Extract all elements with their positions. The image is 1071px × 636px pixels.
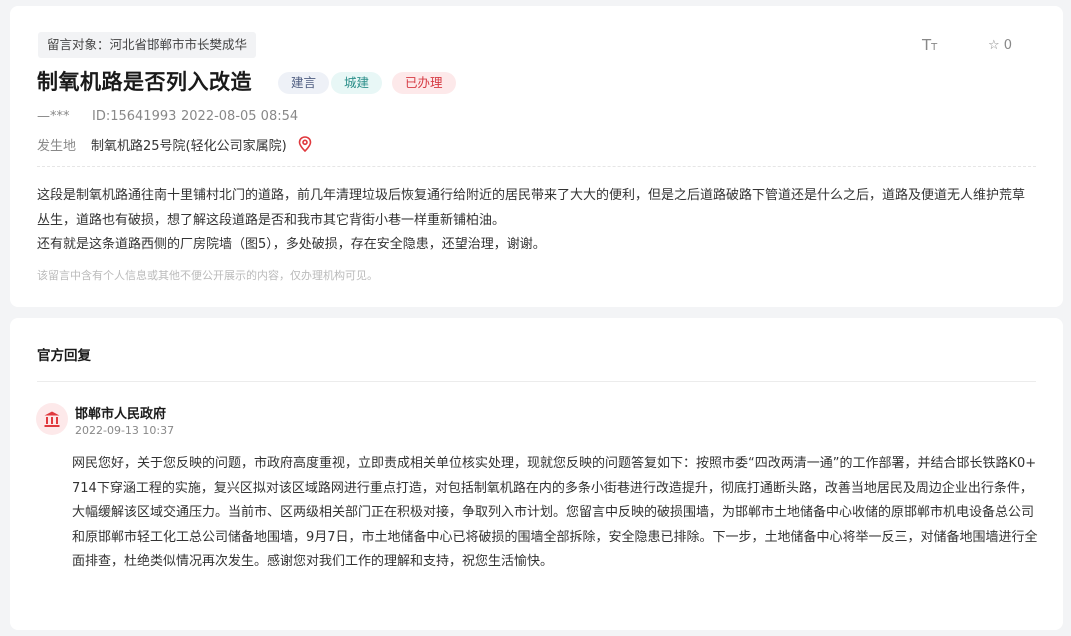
reply-org-name: 邯郸市人民政府 (75, 407, 167, 422)
privacy-note: 该留言中含有个人信息或其他不便公开展示的内容，仅办理机构可见。 (37, 269, 378, 282)
message-target-tag: 留言对象：河北省邯郸市市长樊成华 (38, 32, 257, 58)
location-pin-icon[interactable] (298, 136, 312, 153)
font-size-icon[interactable]: TT (922, 36, 937, 54)
category-tag: 城建 (331, 72, 383, 94)
like-count: 0 (1003, 38, 1013, 53)
message-content: 这段是制氧机路通往南十里铺村北门的道路，前几年清理垃圾后恢复通行给附近的居民带来… (37, 184, 1037, 258)
content-paragraph: 还有就是这条道路西侧的厂房院墙（图5），多处破损，存在安全隐患，还望治理，谢谢。 (37, 237, 546, 252)
reply-body: 网民您好，关于您反映的问题，市政府高度重视，立即责成相关单位核实处理，现就您反映… (72, 456, 1038, 569)
like-button[interactable]: ☆ 0 (988, 38, 1012, 53)
location-label: 发生地 (37, 139, 77, 154)
message-date: 2022-08-05 08:54 (181, 109, 299, 124)
divider (37, 166, 1036, 167)
star-icon: ☆ (988, 38, 1000, 53)
message-id: ID:15641993 (92, 109, 177, 124)
status-badge: 已办理 (392, 72, 456, 94)
reply-section-title: 官方回复 (37, 348, 91, 364)
content-paragraph: 这段是制氧机路通往南十里铺村北门的道路，前几年清理垃圾后恢复通行给附近的居民带来… (37, 188, 1026, 228)
divider (37, 381, 1036, 382)
location-value: 制氧机路25号院(轻化公司家属院) (91, 139, 287, 154)
message-card: 留言对象：河北省邯郸市市长樊成华 制氧机路是否列入改造 建言 城建 已办理 TT… (10, 6, 1063, 307)
reply-date: 2022-09-13 10:37 (75, 424, 175, 437)
reply-card: 官方回复 邯郸市人民政府 2022-09-13 10:37 网民您好，关于您反映… (10, 318, 1063, 630)
author-name: —*** (37, 109, 70, 124)
government-building-icon (36, 403, 68, 435)
page-title: 制氧机路是否列入改造 (37, 70, 252, 94)
type-tag: 建言 (278, 72, 330, 94)
